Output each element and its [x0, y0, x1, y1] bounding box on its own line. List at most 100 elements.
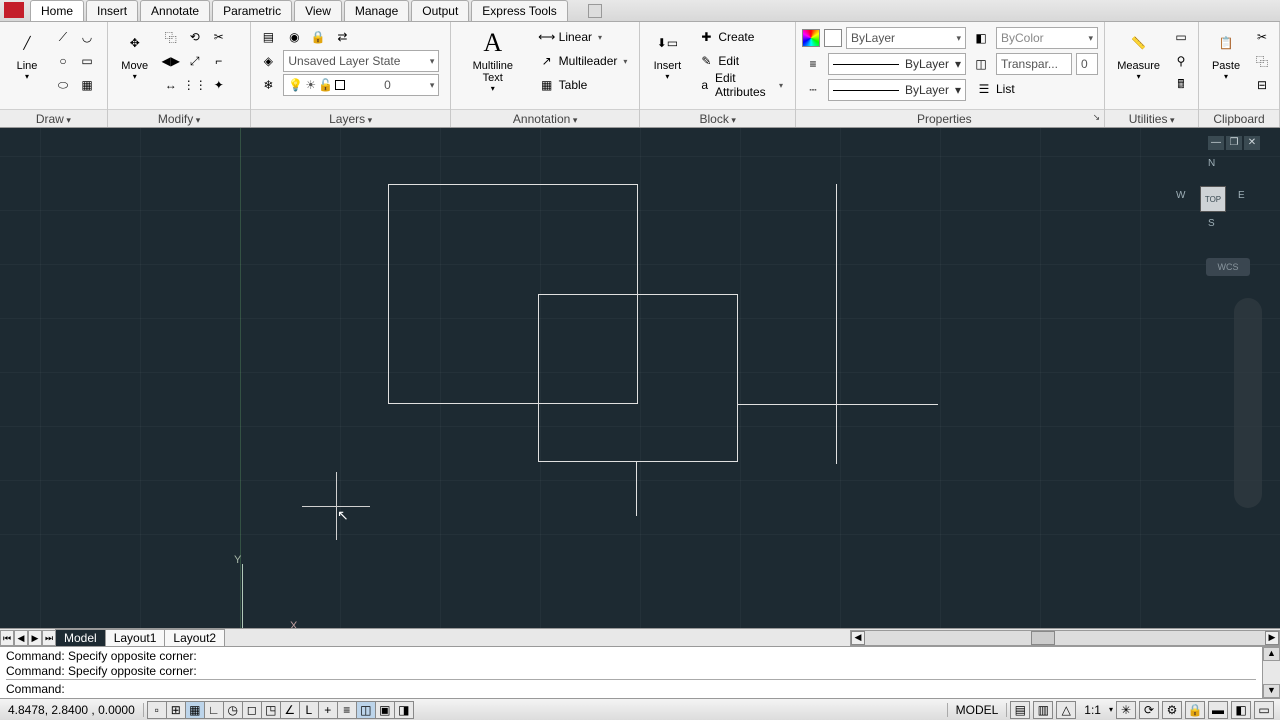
- quickview-l-icon[interactable]: ▤: [1010, 701, 1030, 719]
- layer-props-icon[interactable]: ▤: [257, 26, 279, 48]
- layer-match-icon[interactable]: ⇄: [331, 26, 353, 48]
- insert-block-button[interactable]: ⬇▭ Insert ▾: [646, 26, 688, 83]
- scale-icon[interactable]: ⤢: [184, 50, 206, 72]
- tab-layout1[interactable]: Layout1: [105, 629, 166, 646]
- table-button[interactable]: ▦Table: [533, 74, 634, 96]
- iso-icon[interactable]: ◧: [1231, 701, 1251, 719]
- tab-layout2[interactable]: Layout2: [164, 629, 225, 646]
- panel-block[interactable]: Block: [640, 109, 795, 127]
- move-button[interactable]: ✥ Move ▾: [114, 26, 156, 83]
- ducs-toggle[interactable]: L: [299, 701, 319, 719]
- osnap3d-toggle[interactable]: ◳: [261, 701, 281, 719]
- calc-icon[interactable]: 🖩: [1170, 74, 1192, 96]
- scale-label[interactable]: 1:1: [1080, 703, 1105, 717]
- polar-toggle[interactable]: ◷: [223, 701, 243, 719]
- otrack-toggle[interactable]: ∠: [280, 701, 300, 719]
- lineweight-icon[interactable]: ≡: [802, 53, 824, 75]
- rectangle-icon[interactable]: ▭: [76, 50, 98, 72]
- canvas-restore-icon[interactable]: ❐: [1226, 136, 1242, 150]
- viewcube-e[interactable]: E: [1238, 190, 1245, 201]
- layer-off-icon[interactable]: ◉: [283, 26, 305, 48]
- viewcube-top[interactable]: TOP: [1200, 186, 1226, 212]
- viewcube[interactable]: N S W E TOP: [1172, 158, 1252, 238]
- panel-utilities[interactable]: Utilities: [1105, 109, 1198, 127]
- fillet-icon[interactable]: ⌐: [208, 50, 230, 72]
- edit-attr-button[interactable]: aEdit Attributes▾: [692, 74, 789, 96]
- layer-iso-icon[interactable]: ◈: [257, 50, 279, 72]
- osnap-toggle[interactable]: ◻: [242, 701, 262, 719]
- tab-view[interactable]: View: [294, 0, 342, 21]
- annovis-icon[interactable]: ✳: [1116, 701, 1136, 719]
- select-icon[interactable]: ▭: [1170, 26, 1192, 48]
- array-icon[interactable]: ⋮⋮: [184, 74, 206, 96]
- match-icon[interactable]: ⊟: [1251, 74, 1273, 96]
- layer-current-combo[interactable]: 💡☀🔓 0▾: [283, 74, 439, 96]
- lwt-toggle[interactable]: ≡: [337, 701, 357, 719]
- trim-icon[interactable]: ✂: [208, 26, 230, 48]
- measure-button[interactable]: 📏 Measure ▾: [1111, 26, 1166, 83]
- arc-icon[interactable]: ◡: [76, 26, 98, 48]
- command-history[interactable]: Command: Specify opposite corner: Comman…: [0, 647, 1262, 698]
- mtext-button[interactable]: A Multiline Text ▾: [457, 26, 529, 95]
- scroll-down-icon[interactable]: ▼: [1263, 684, 1280, 698]
- copy-clip-icon[interactable]: ⿻: [1251, 50, 1273, 72]
- transparency-field[interactable]: Transpar...: [996, 53, 1072, 75]
- plotstyle-combo[interactable]: ByColor▾: [996, 27, 1098, 49]
- tab-express[interactable]: Express Tools: [471, 0, 567, 21]
- tab-last-icon[interactable]: ⏭: [42, 630, 56, 646]
- command-scrollbar[interactable]: ▲ ▼: [1262, 647, 1280, 698]
- polyline-icon[interactable]: ⟋: [52, 26, 74, 48]
- lineweight-combo[interactable]: ByLayer▾: [828, 53, 966, 75]
- panel-draw[interactable]: Draw: [0, 109, 107, 127]
- toolbar-lock-icon[interactable]: 🔒: [1185, 701, 1205, 719]
- stretch-icon[interactable]: ↔: [160, 74, 182, 96]
- panel-annotation[interactable]: Annotation: [451, 109, 640, 127]
- create-block-button[interactable]: ✚Create: [692, 26, 789, 48]
- color-wheel-icon[interactable]: [802, 29, 820, 47]
- copy-icon[interactable]: ⿻: [160, 26, 182, 48]
- command-prompt[interactable]: Command:: [6, 682, 65, 696]
- infer-toggle[interactable]: ▫: [147, 701, 167, 719]
- dyn-toggle[interactable]: +: [318, 701, 338, 719]
- annoscale-icon[interactable]: △: [1056, 701, 1076, 719]
- scroll-right-icon[interactable]: ▶: [1265, 631, 1279, 645]
- hatch-icon[interactable]: ▦: [76, 74, 98, 96]
- tab-output[interactable]: Output: [411, 0, 469, 21]
- linear-dim-button[interactable]: ⟷Linear▾: [533, 26, 634, 48]
- coords-readout[interactable]: 4.8478, 2.8400 , 0.0000: [0, 703, 144, 717]
- cut-icon[interactable]: ✂: [1251, 26, 1273, 48]
- layer-freeze-icon[interactable]: ❄: [257, 74, 279, 96]
- ortho-toggle[interactable]: ∟: [204, 701, 224, 719]
- grid-toggle[interactable]: ▦: [185, 701, 205, 719]
- tab-model[interactable]: Model: [55, 629, 106, 646]
- linetype-icon[interactable]: ┄: [802, 79, 824, 101]
- transparency-value[interactable]: 0: [1076, 53, 1098, 75]
- scroll-up-icon[interactable]: ▲: [1263, 647, 1280, 661]
- snap-toggle[interactable]: ⊞: [166, 701, 186, 719]
- scroll-left-icon[interactable]: ◀: [851, 631, 865, 645]
- panel-modify[interactable]: Modify: [108, 109, 251, 127]
- linetype-combo[interactable]: ByLayer▾: [828, 79, 966, 101]
- panel-clipboard[interactable]: Clipboard: [1199, 109, 1279, 127]
- viewcube-w[interactable]: W: [1176, 190, 1185, 201]
- layer-lock-icon[interactable]: 🔒: [307, 26, 329, 48]
- wcs-button[interactable]: WCS: [1206, 258, 1250, 276]
- annoauto-icon[interactable]: ⟳: [1139, 701, 1159, 719]
- ribbon-minimize-icon[interactable]: [588, 4, 602, 18]
- tab-insert[interactable]: Insert: [86, 0, 138, 21]
- mleader-button[interactable]: ↗Multileader▾: [533, 50, 634, 72]
- color-combo[interactable]: ByLayer▾: [846, 27, 966, 49]
- explode-icon[interactable]: ✦: [208, 74, 230, 96]
- hardware-icon[interactable]: ▬: [1208, 701, 1228, 719]
- edit-block-button[interactable]: ✎Edit: [692, 50, 789, 72]
- drawing-canvas[interactable]: /*grid drawn below via JS-less static di…: [0, 128, 1280, 628]
- quickview-d-icon[interactable]: ▥: [1033, 701, 1053, 719]
- viewcube-s[interactable]: S: [1208, 218, 1215, 229]
- nav-bar[interactable]: [1234, 298, 1262, 508]
- transparency-icon[interactable]: ◫: [970, 53, 992, 75]
- tab-manage[interactable]: Manage: [344, 0, 409, 21]
- line-button[interactable]: ╱ Line ▾: [6, 26, 48, 83]
- tab-annotate[interactable]: Annotate: [140, 0, 210, 21]
- tab-home[interactable]: Home: [30, 0, 84, 21]
- tab-prev-icon[interactable]: ◀: [14, 630, 28, 646]
